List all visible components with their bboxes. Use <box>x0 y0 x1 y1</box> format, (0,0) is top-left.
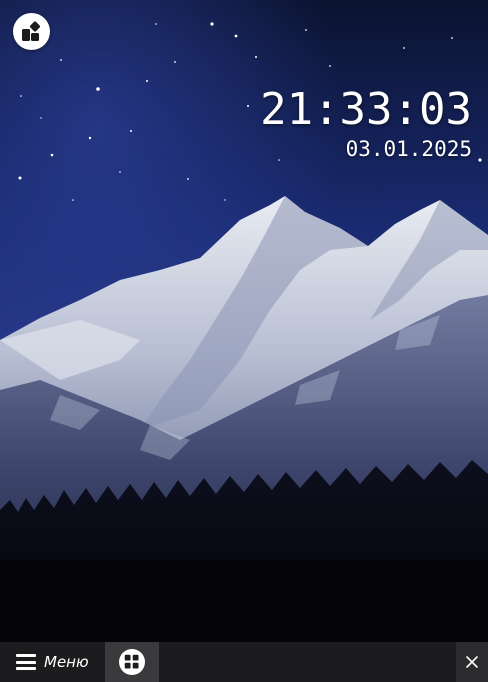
desktop-clock: 21:33:03 03.01.2025 <box>260 86 472 162</box>
taskbar-app-widgets[interactable] <box>105 642 159 682</box>
app-icon-container <box>119 649 145 675</box>
widgets-icon <box>21 20 40 41</box>
clock-date: 03.01.2025 <box>345 137 472 161</box>
taskbar: Меню <box>0 642 488 682</box>
close-button[interactable] <box>456 642 488 682</box>
hamburger-icon <box>16 654 36 670</box>
widgets-launcher-button[interactable] <box>13 13 50 50</box>
widgets-icon <box>124 654 139 669</box>
start-menu-button[interactable]: Меню <box>0 642 105 682</box>
start-menu-label: Меню <box>44 653 89 671</box>
clock-time: 21:33:03 <box>260 84 472 135</box>
close-icon <box>466 656 478 668</box>
taskbar-spacer <box>159 642 456 682</box>
desktop-screen: 21:33:03 03.01.2025 Меню <box>0 0 488 682</box>
